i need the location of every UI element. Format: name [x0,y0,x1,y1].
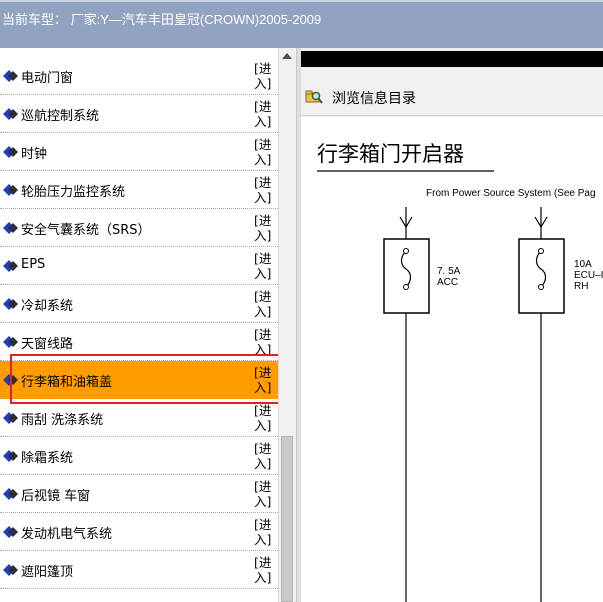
scroll-up-arrow-icon[interactable] [282,53,292,59]
diamond-bullet-icon [3,146,18,158]
list-item-label: 时钟 [21,147,48,162]
list-item-label: 冷却系统 [21,299,74,314]
diagram-title: 行李箱门开启器 [317,142,464,166]
list-item-label: 电动门窗 [21,71,74,86]
fuse-ecu: 10A ECU–I RH [518,207,603,602]
power-source-text: From Power Source System (See Pag [426,188,596,199]
system-list-panel: 电动门窗 [进入] 巡航控制系统 [进入] 时钟 [进入] 轮胎压力监控系统 [进入] 安全气囊… [0,48,278,602]
diamond-bullet-icon [3,222,18,234]
selection-highlight-box [10,354,290,404]
diamond-bullet-icon [3,70,18,82]
list-item-label: 天窗线路 [21,337,74,352]
list-item[interactable]: 雨刮 洗涤系统 [进入] [0,399,278,437]
list-item-label: 后视镜 车窗 [21,489,91,504]
list-item[interactable]: 除霜系统 [进入] [0,437,278,475]
fuse-ecu-extra: RH [574,281,588,292]
list-item-label: 安全气囊系统（SRS） [21,223,151,238]
wiring-diagram-canvas: 行李箱门开启器 From Power Source System (See Pa… [317,142,603,602]
enter-link[interactable]: [进入] [254,99,271,129]
enter-link[interactable]: [进入] [254,137,271,167]
enter-link[interactable]: [进入] [254,251,271,281]
fuse-acc-rating: 7. 5A [437,266,461,277]
enter-link[interactable]: [进入] [254,61,271,91]
enter-link[interactable]: [进入] [254,175,271,205]
list-item[interactable]: 安全气囊系统（SRS） [进入] [0,209,278,247]
list-item[interactable]: 冷却系统 [进入] [0,285,278,323]
diamond-bullet-icon [3,184,18,196]
list-item[interactable]: 时钟 [进入] [0,133,278,171]
enter-link[interactable]: [进入] [254,403,271,433]
list-item[interactable]: 电动门窗 [进入] [0,57,278,95]
list-item-label: EPS [21,257,46,272]
fuse-ecu-rating: 10A [574,259,592,270]
list-item-label: 除霜系统 [21,451,74,466]
diamond-bullet-icon [3,412,18,424]
enter-link[interactable]: [进入] [254,479,271,509]
list-item-label: 轮胎压力监控系统 [21,185,126,200]
list-scrollbar[interactable] [278,48,296,602]
enter-link[interactable]: [进入] [254,441,271,471]
list-item[interactable]: 后视镜 车窗 [进入] [0,475,278,513]
diamond-bullet-icon [3,564,18,576]
fuse-acc-name: ACC [437,277,458,288]
enter-link[interactable]: [进入] [254,555,271,585]
diamond-bullet-icon [3,336,18,348]
enter-link[interactable]: [进入] [254,289,271,319]
list-item-label: 遮阳篷顶 [21,565,74,580]
scroll-thumb[interactable] [281,436,293,602]
diamond-bullet-icon [3,450,18,462]
fuse-ecu-name: ECU–I [574,270,603,281]
diamond-bullet-icon [3,298,18,310]
enter-link[interactable]: [进入] [254,213,271,243]
list-item-label: 雨刮 洗涤系统 [21,413,104,428]
enter-link[interactable]: [进入] [254,517,271,547]
list-item[interactable]: 巡航控制系统 [进入] [0,95,278,133]
current-vehicle-title: 当前车型： 厂家:Y—汽车丰田皇冠(CROWN)2005-2009 [2,12,322,27]
viewer-header-bar [301,51,603,67]
diamond-bullet-icon [3,526,18,538]
document-viewer-panel: 浏览信息目录 行李箱门开启器 From Power Source System … [301,48,603,602]
list-item[interactable]: 轮胎压力监控系统 [进入] [0,171,278,209]
diamond-bullet-icon [3,488,18,500]
list-item[interactable]: EPS [进入] [0,247,278,285]
list-item-label: 发动机电气系统 [21,527,113,542]
fuse-symbol-icon [400,250,412,288]
enter-link[interactable]: [进入] [254,327,271,357]
diamond-bullet-icon [3,108,18,120]
list-item-label: 巡航控制系统 [21,109,100,124]
fuse-symbol-icon [535,250,547,288]
title-bar: 当前车型： 厂家:Y—汽车丰田皇冠(CROWN)2005-2009 [0,0,603,48]
fuse-acc: 7. 5A ACC [383,207,461,602]
diamond-bullet-icon [3,260,18,272]
wiring-diagram: 行李箱门开启器 From Power Source System (See Pa… [301,117,603,602]
browse-catalog-label[interactable]: 浏览信息目录 [332,88,416,108]
list-item[interactable]: 遮阳篷顶 [进入] [0,551,278,589]
search-folder-icon[interactable] [305,87,323,105]
viewer-toolbar: 浏览信息目录 [301,76,603,116]
list-item[interactable]: 发动机电气系统 [进入] [0,513,278,551]
